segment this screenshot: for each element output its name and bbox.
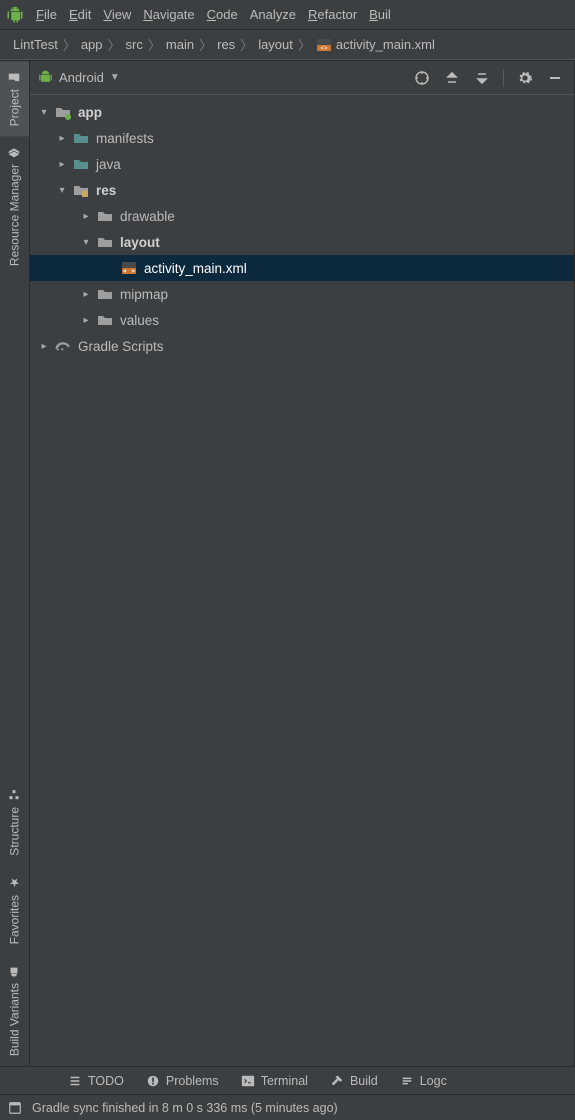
breadcrumb-item[interactable]: app	[78, 37, 106, 52]
android-icon	[38, 70, 53, 85]
android-studio-logo-icon	[6, 6, 24, 24]
tool-tab-todo[interactable]: TODO	[68, 1074, 124, 1088]
module-icon	[54, 104, 72, 120]
chevron-right-icon: 〉	[296, 35, 313, 54]
menu-navigate[interactable]: Navigate	[143, 7, 194, 22]
tool-tab-terminal[interactable]: Terminal	[241, 1074, 308, 1088]
chevron-right-icon[interactable]: ▸	[78, 289, 94, 300]
chevron-right-icon[interactable]: ▸	[54, 159, 70, 170]
chevron-right-icon[interactable]: ▸	[54, 133, 70, 144]
chevron-right-icon[interactable]: ▸	[78, 315, 94, 326]
tool-tab-build-variants[interactable]: Build Variants	[0, 955, 29, 1066]
warning-icon	[146, 1074, 160, 1088]
chevron-right-icon: 〉	[61, 35, 78, 54]
gear-icon[interactable]	[514, 67, 536, 89]
folder-icon	[9, 71, 21, 83]
tool-tab-favorites[interactable]: Favorites ★	[0, 865, 29, 954]
chevron-down-icon[interactable]: ▾	[54, 185, 70, 196]
collapse-all-icon[interactable]	[471, 67, 493, 89]
tree-node-res[interactable]: ▾ res	[30, 177, 574, 203]
folder-icon	[72, 130, 90, 146]
tree-node-app[interactable]: ▾ app	[30, 99, 574, 125]
notifications-icon[interactable]	[8, 1101, 22, 1115]
status-text: Gradle sync finished in 8 m 0 s 336 ms (…	[32, 1101, 338, 1115]
star-icon: ★	[8, 875, 22, 889]
breadcrumb-tail[interactable]: <> activity_main.xml	[313, 37, 438, 53]
res-folder-icon	[72, 182, 90, 198]
xml-file-icon	[120, 260, 138, 276]
project-tree[interactable]: ▾ app ▸ manifests ▸ java	[30, 95, 574, 1066]
structure-icon	[9, 789, 21, 801]
tree-node-manifests[interactable]: ▸ manifests	[30, 125, 574, 151]
tool-tab-structure[interactable]: Structure	[0, 779, 29, 866]
chevron-right-icon[interactable]: ▸	[78, 211, 94, 222]
breadcrumb-item[interactable]: res	[214, 37, 238, 52]
xml-file-icon: <>	[316, 37, 332, 53]
tree-node-mipmap[interactable]: ▸ mipmap	[30, 281, 574, 307]
android-icon	[9, 965, 21, 977]
menu-bar: File Edit View Navigate Code Analyze Ref…	[0, 0, 575, 30]
select-opened-file-icon[interactable]	[411, 67, 433, 89]
chevron-down-icon: ▼	[110, 72, 120, 83]
expand-all-icon[interactable]	[441, 67, 463, 89]
menu-analyze[interactable]: Analyze	[250, 7, 296, 22]
left-tool-strip: Project Resource Manager Structure Favor…	[0, 61, 30, 1066]
chevron-right-icon: 〉	[106, 35, 123, 54]
gradle-icon	[54, 339, 72, 353]
folder-icon	[72, 156, 90, 172]
svg-text:<>: <>	[320, 46, 328, 52]
tool-tab-build[interactable]: Build	[330, 1074, 378, 1088]
layers-icon	[9, 146, 21, 158]
breadcrumb-item[interactable]: main	[163, 37, 197, 52]
folder-icon	[96, 208, 114, 224]
breadcrumb-item[interactable]: LintTest	[10, 37, 61, 52]
folder-icon	[96, 286, 114, 302]
logcat-icon	[400, 1074, 414, 1088]
chevron-right-icon: 〉	[238, 35, 255, 54]
divider	[503, 69, 504, 87]
breadcrumb-item[interactable]: src	[123, 37, 146, 52]
terminal-icon	[241, 1074, 255, 1088]
folder-icon	[96, 312, 114, 328]
status-bar: Gradle sync finished in 8 m 0 s 336 ms (…	[0, 1094, 575, 1120]
hammer-icon	[330, 1074, 344, 1088]
menu-refactor[interactable]: Refactor	[308, 7, 357, 22]
project-panel-header: Android ▼	[30, 61, 574, 95]
minimize-icon[interactable]	[544, 67, 566, 89]
project-view-selector[interactable]: Android ▼	[38, 70, 120, 85]
tool-tab-logcat[interactable]: Logc	[400, 1074, 447, 1088]
project-panel: Android ▼ ▾	[30, 61, 575, 1066]
bottom-tool-bar: TODO Problems Terminal Build Logc	[0, 1066, 575, 1094]
menu-build[interactable]: Buil	[369, 7, 391, 22]
chevron-down-icon[interactable]: ▾	[78, 237, 94, 248]
breadcrumb: LintTest 〉 app 〉 src 〉 main 〉 res 〉 layo…	[0, 30, 575, 60]
tree-node-activity-main[interactable]: ▸ activity_main.xml	[30, 255, 574, 281]
chevron-right-icon[interactable]: ▸	[36, 341, 52, 352]
tool-tab-problems[interactable]: Problems	[146, 1074, 219, 1088]
menu-edit[interactable]: Edit	[69, 7, 91, 22]
menu-code[interactable]: Code	[207, 7, 238, 22]
folder-icon	[96, 234, 114, 250]
chevron-right-icon: 〉	[146, 35, 163, 54]
tree-node-drawable[interactable]: ▸ drawable	[30, 203, 574, 229]
menu-file[interactable]: File	[36, 7, 57, 22]
chevron-right-icon: 〉	[197, 35, 214, 54]
tree-node-values[interactable]: ▸ values	[30, 307, 574, 333]
menu-view[interactable]: View	[103, 7, 131, 22]
list-icon	[68, 1074, 82, 1088]
tree-node-gradle-scripts[interactable]: ▸ Gradle Scripts	[30, 333, 574, 359]
tree-node-layout[interactable]: ▾ layout	[30, 229, 574, 255]
tree-node-java[interactable]: ▸ java	[30, 151, 574, 177]
tool-tab-resource-manager[interactable]: Resource Manager	[0, 136, 29, 276]
breadcrumb-item[interactable]: layout	[255, 37, 296, 52]
chevron-down-icon[interactable]: ▾	[36, 107, 52, 118]
tool-tab-project[interactable]: Project	[0, 61, 29, 136]
